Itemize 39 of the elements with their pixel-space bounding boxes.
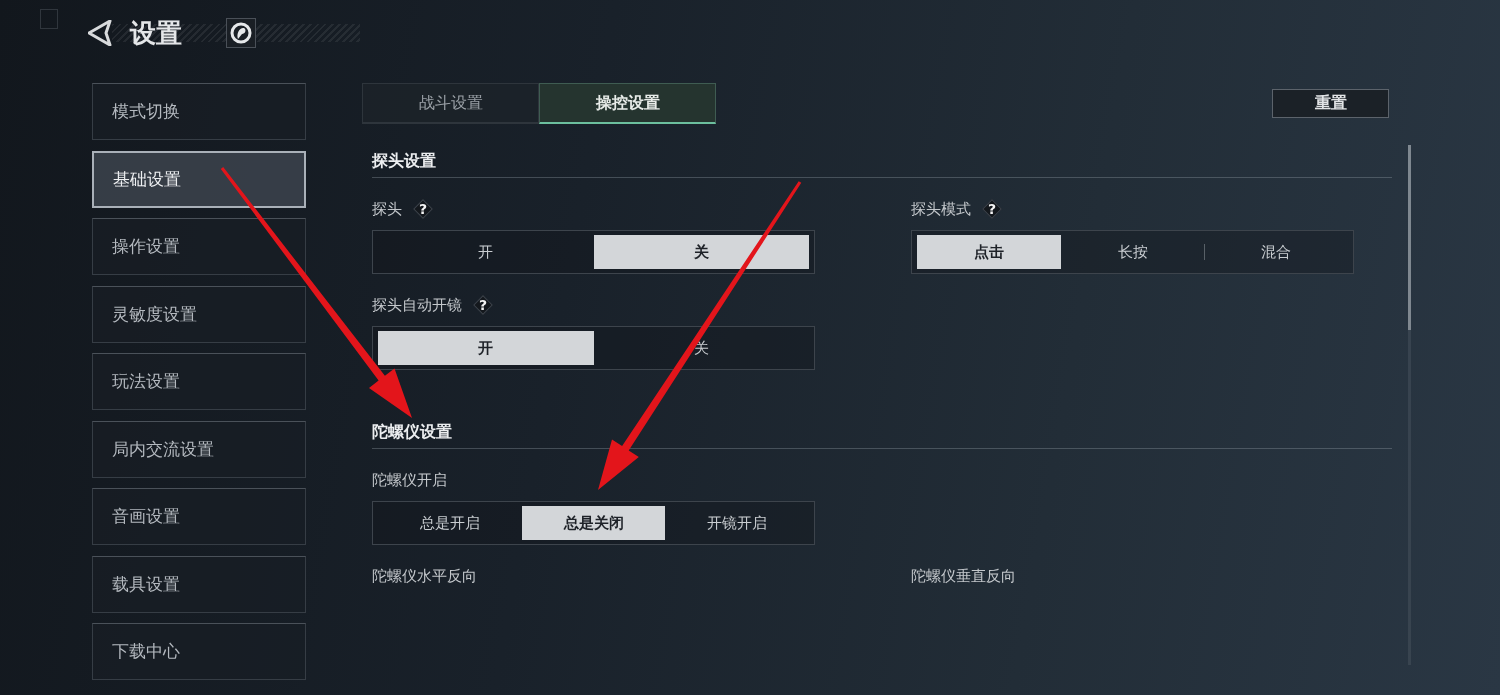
back-icon[interactable] bbox=[88, 20, 112, 46]
sidebar-item[interactable]: 基础设置 bbox=[92, 150, 306, 208]
option-button[interactable]: 总是关闭 bbox=[521, 506, 666, 540]
scrollbar-thumb[interactable] bbox=[1408, 145, 1411, 330]
option-button[interactable]: 开 bbox=[378, 235, 594, 269]
setting-label: 陀螺仪水平反向 bbox=[372, 567, 477, 585]
option-button[interactable]: 开 bbox=[378, 331, 594, 365]
sidebar-item[interactable]: 操作设置 bbox=[92, 218, 306, 275]
setting-label: 探头模式 bbox=[911, 200, 971, 218]
sidebar-item[interactable]: 载具设置 bbox=[92, 555, 306, 613]
option-button[interactable]: 关 bbox=[593, 235, 809, 269]
option-button[interactable]: 总是开启 bbox=[378, 506, 522, 540]
page-title: 设置 bbox=[130, 18, 182, 48]
section-heading: 陀螺仪设置 bbox=[372, 422, 452, 442]
reset-button[interactable]: 重置 bbox=[1272, 89, 1389, 118]
setting-label: 探头自动开镜 bbox=[372, 296, 462, 314]
scrollbar-track[interactable] bbox=[1408, 145, 1411, 665]
setting-label: 探头 bbox=[372, 200, 402, 218]
option-button[interactable]: 点击 bbox=[917, 235, 1061, 269]
sidebar-item[interactable]: 下载中心 bbox=[92, 623, 306, 680]
square-outline-icon bbox=[40, 9, 58, 29]
tab[interactable]: 战斗设置 bbox=[362, 83, 539, 124]
section-heading: 探头设置 bbox=[372, 151, 436, 171]
setting-label: 陀螺仪开启 bbox=[372, 471, 447, 489]
option-button[interactable]: 长按 bbox=[1060, 235, 1205, 269]
help-button[interactable]: ? bbox=[981, 198, 1003, 220]
help-button[interactable]: ? bbox=[472, 294, 494, 316]
emblem-icon[interactable] bbox=[226, 18, 256, 48]
sidebar-item[interactable]: 音画设置 bbox=[92, 488, 306, 545]
tab[interactable]: 操控设置 bbox=[539, 83, 716, 124]
option-button[interactable]: 开镜开启 bbox=[665, 506, 809, 540]
help-button[interactable]: ? bbox=[412, 198, 434, 220]
option-button[interactable]: 关 bbox=[593, 331, 809, 365]
sidebar-item[interactable]: 局内交流设置 bbox=[92, 420, 306, 478]
setting-label: 陀螺仪垂直反向 bbox=[911, 567, 1016, 585]
sidebar-item[interactable]: 玩法设置 bbox=[92, 353, 306, 410]
sidebar-item[interactable]: 模式切换 bbox=[92, 83, 306, 140]
sidebar-item[interactable]: 灵敏度设置 bbox=[92, 285, 306, 343]
option-button[interactable]: 混合 bbox=[1204, 235, 1348, 269]
